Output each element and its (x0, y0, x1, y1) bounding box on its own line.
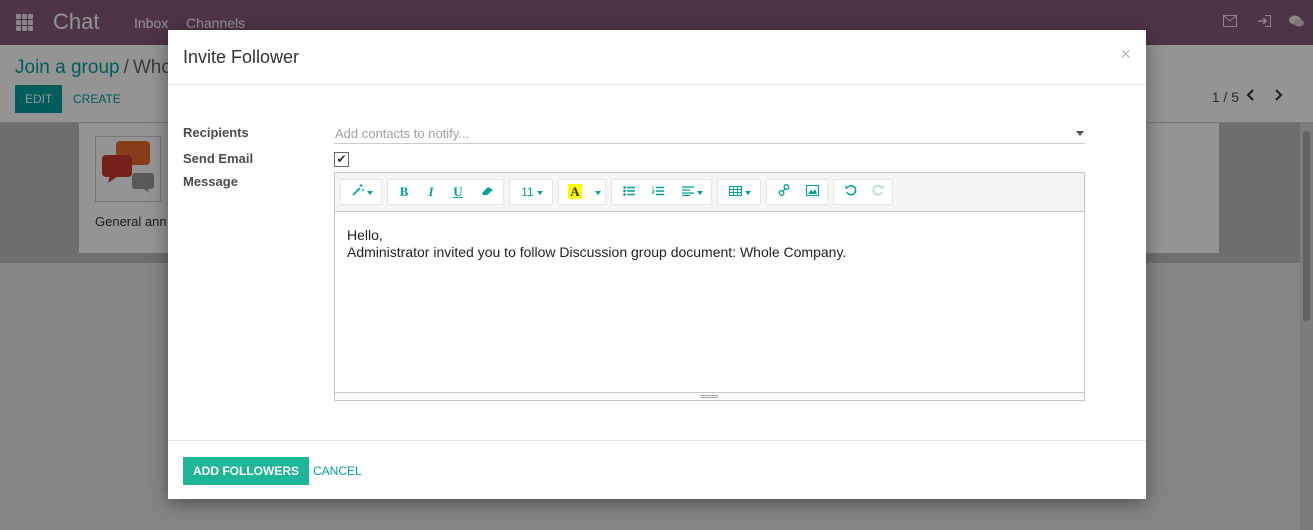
magic-wand-icon[interactable] (347, 180, 377, 204)
dialog-title: Invite Follower (183, 47, 300, 67)
ordered-list-icon[interactable] (645, 180, 671, 204)
font-size-value: 11 (521, 185, 534, 199)
highlight-color-button[interactable]: A (563, 180, 587, 204)
color-group: A (558, 179, 606, 205)
history-group (833, 179, 893, 205)
paragraph-group (611, 179, 712, 205)
font-size-group: 11 (509, 179, 553, 205)
italic-button[interactable]: I (419, 180, 443, 204)
font-size-button[interactable]: 11 (514, 180, 550, 204)
recipients-input[interactable] (334, 124, 1085, 144)
underline-button[interactable]: U (446, 180, 470, 204)
send-email-label: Send Email (183, 151, 254, 166)
dialog-header: Invite Follower × (168, 30, 1146, 85)
message-line: Hello, (347, 227, 383, 243)
table-group (717, 179, 761, 205)
insert-group (766, 179, 828, 205)
eraser-icon[interactable] (474, 180, 500, 204)
link-icon[interactable] (771, 180, 797, 204)
color-caret-icon[interactable] (589, 180, 603, 204)
message-body[interactable]: Hello, Administrator invited you to foll… (335, 213, 1084, 393)
style-group (340, 179, 382, 205)
undo-icon[interactable] (838, 180, 864, 204)
resize-grip-icon[interactable] (700, 395, 718, 398)
close-icon[interactable]: × (1120, 44, 1131, 65)
recipients-label: Recipients (183, 125, 249, 140)
message-label: Message (183, 174, 238, 189)
font-style-group: B I U (387, 179, 504, 205)
align-icon[interactable] (675, 180, 709, 204)
message-line: Administrator invited you to follow Disc… (347, 244, 847, 260)
dialog-footer: ADD FOLLOWERS CANCEL (168, 440, 1146, 499)
dropdown-caret-icon[interactable] (1076, 131, 1084, 136)
editor-toolbar: B I U 11 A (335, 173, 1084, 212)
send-email-checkbox[interactable]: ✔ (334, 152, 349, 167)
invite-follower-dialog: Invite Follower × Recipients Send Email … (168, 30, 1146, 499)
table-icon[interactable] (722, 180, 758, 204)
unordered-list-icon[interactable] (616, 180, 642, 204)
cancel-button[interactable]: CANCEL (313, 457, 362, 485)
highlight-letter: A (568, 184, 582, 199)
editor-resize-handle[interactable] (335, 392, 1084, 400)
bold-button[interactable]: B (392, 180, 416, 204)
message-editor: B I U 11 A Hello, Administrator invited … (334, 172, 1085, 401)
add-followers-button[interactable]: ADD FOLLOWERS (183, 457, 309, 485)
redo-icon[interactable] (865, 180, 891, 204)
image-icon[interactable] (799, 180, 825, 204)
